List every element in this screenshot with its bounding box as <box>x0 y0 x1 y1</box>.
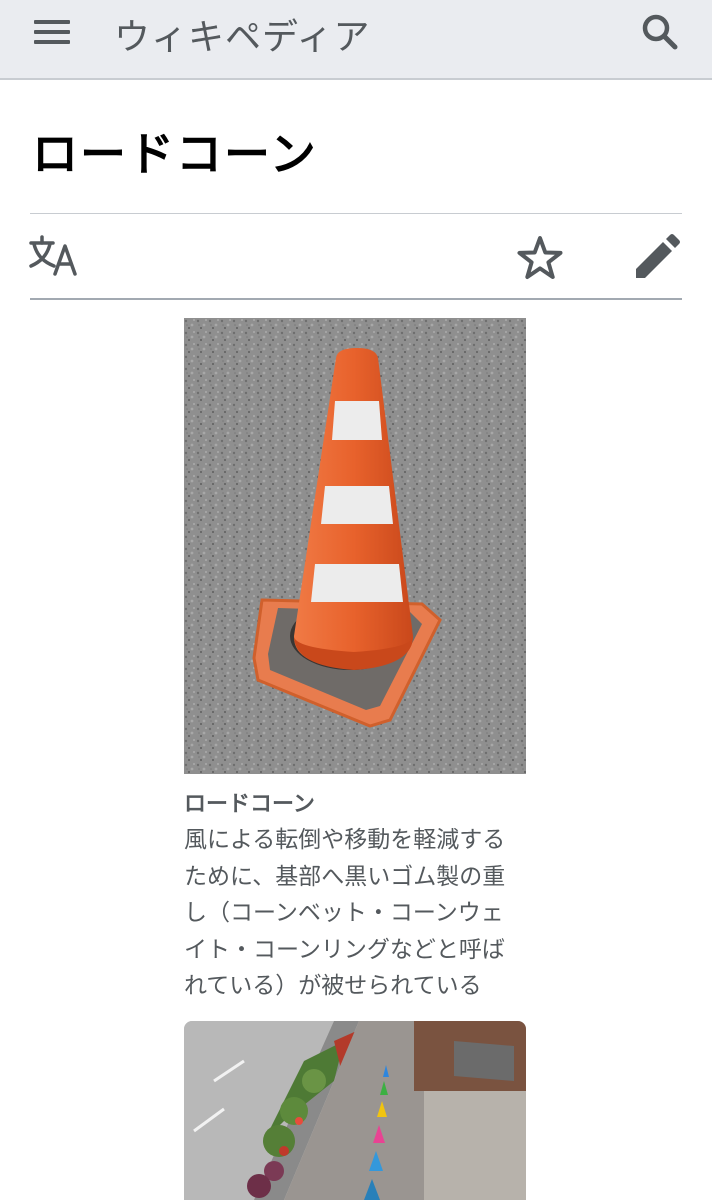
road-cone-image[interactable] <box>184 318 526 774</box>
caption-line: イト・コーンリングなどと呼ば <box>184 936 505 963</box>
top-bar: ウィキペディア <box>0 0 712 80</box>
page-title: ロードコーン <box>32 127 318 181</box>
caption-line: れている）が被せられている <box>184 973 482 999</box>
search-icon[interactable] <box>636 8 684 56</box>
actions-divider <box>30 298 682 300</box>
caption-line: ために、基部へ黒いゴム製の重 <box>184 863 506 890</box>
star-icon[interactable] <box>514 234 566 282</box>
pencil-icon[interactable] <box>630 232 682 284</box>
caption-line: 風による転倒や移動を軽減する <box>184 827 506 853</box>
image-caption: ロードコーン 風による転倒や移動を軽減する ために、基部へ黒いゴム製の重 し（コ… <box>184 788 534 1005</box>
caption-text: 風による転倒や移動を軽減する ために、基部へ黒いゴム製の重 し（コーンベット・コ… <box>184 822 534 1005</box>
hamburger-menu-icon[interactable] <box>28 14 78 54</box>
sidewalk-cones-image[interactable] <box>184 1021 526 1200</box>
caption-line: し（コーンベット・コーンウェ <box>184 900 504 926</box>
caption-title: ロードコーン <box>184 792 315 817</box>
title-divider <box>30 213 682 214</box>
site-name[interactable]: ウィキペディア <box>114 8 370 60</box>
language-icon[interactable] <box>28 234 84 278</box>
